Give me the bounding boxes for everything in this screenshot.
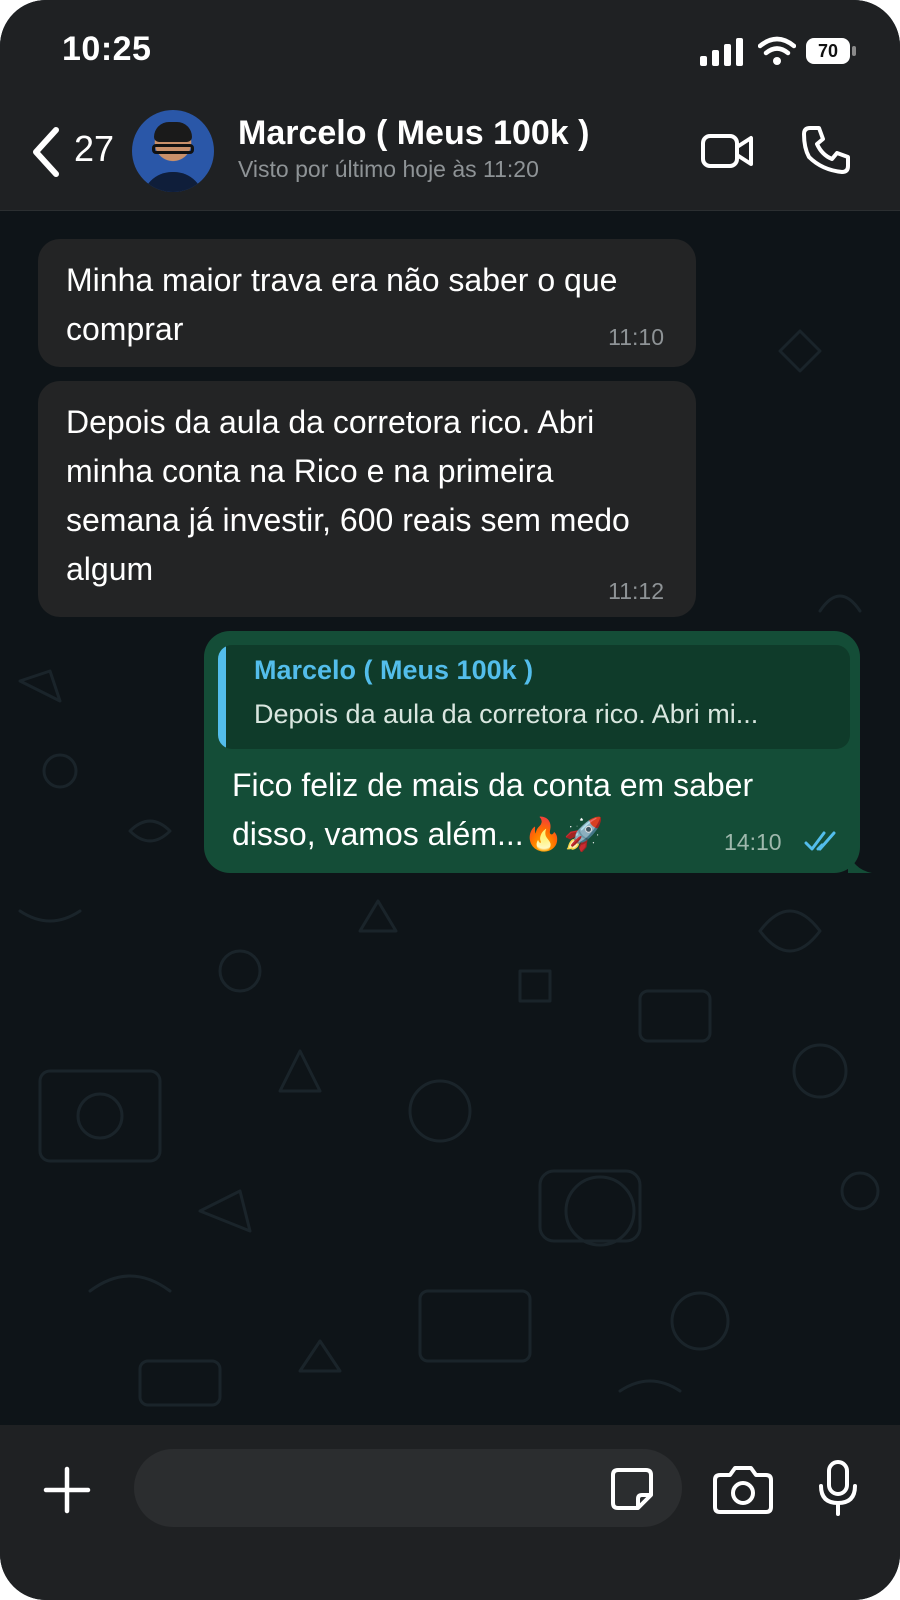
back-chevron-icon[interactable] bbox=[28, 126, 64, 178]
phone-screen: 10:25 70 27 Marcelo ( Meus 100k ) Visto … bbox=[0, 0, 900, 1600]
read-receipt-double-check-icon bbox=[804, 831, 836, 851]
chat-header: 10:25 70 27 Marcelo ( Meus 100k ) Visto … bbox=[0, 0, 900, 211]
message-timestamp: 11:12 bbox=[608, 578, 664, 604]
message-timestamp: 11:10 bbox=[608, 324, 664, 350]
cellular-signal-icon bbox=[700, 38, 743, 66]
outgoing-message-bubble[interactable]: Marcelo ( Meus 100k ) Depois da aula da … bbox=[204, 631, 872, 873]
plus-attach-icon[interactable] bbox=[42, 1465, 92, 1515]
incoming-message-bubble[interactable]: Depois da aula da corretora rico. Abri m… bbox=[38, 381, 696, 617]
contact-name[interactable]: Marcelo ( Meus 100k ) bbox=[238, 114, 589, 153]
bubble-tail bbox=[848, 849, 872, 873]
battery-indicator: 70 bbox=[806, 38, 856, 64]
battery-percent: 70 bbox=[817, 41, 839, 61]
microphone-icon[interactable] bbox=[818, 1459, 858, 1517]
status-time: 10:25 bbox=[62, 30, 152, 68]
incoming-message-bubble[interactable]: Minha maior trava era não saber o que co… bbox=[38, 239, 696, 367]
composer-bar bbox=[0, 1425, 900, 1600]
message-text: Depois da aula da corretora rico. Abri m… bbox=[66, 404, 630, 587]
message-text: Fico feliz de mais da conta em saber dis… bbox=[232, 767, 754, 852]
unread-chats-count[interactable]: 27 bbox=[74, 128, 114, 170]
avatar[interactable] bbox=[132, 110, 214, 192]
last-seen-status: Visto por último hoje às 11:20 bbox=[238, 156, 539, 182]
video-call-icon[interactable] bbox=[700, 128, 756, 174]
message-list[interactable]: Minha maior trava era não saber o que co… bbox=[0, 211, 900, 1425]
quoted-text: Depois da aula da corretora rico. Abri m… bbox=[254, 699, 759, 729]
message-text: Minha maior trava era não saber o que co… bbox=[66, 262, 618, 347]
quoted-message[interactable]: Marcelo ( Meus 100k ) Depois da aula da … bbox=[218, 645, 850, 749]
quoted-author: Marcelo ( Meus 100k ) bbox=[254, 655, 534, 685]
message-timestamp: 14:10 bbox=[724, 829, 782, 855]
wifi-icon bbox=[758, 36, 796, 65]
camera-icon[interactable] bbox=[712, 1465, 774, 1515]
phone-call-icon[interactable] bbox=[800, 124, 852, 176]
message-input[interactable] bbox=[134, 1449, 682, 1527]
sticker-icon[interactable] bbox=[610, 1467, 654, 1511]
